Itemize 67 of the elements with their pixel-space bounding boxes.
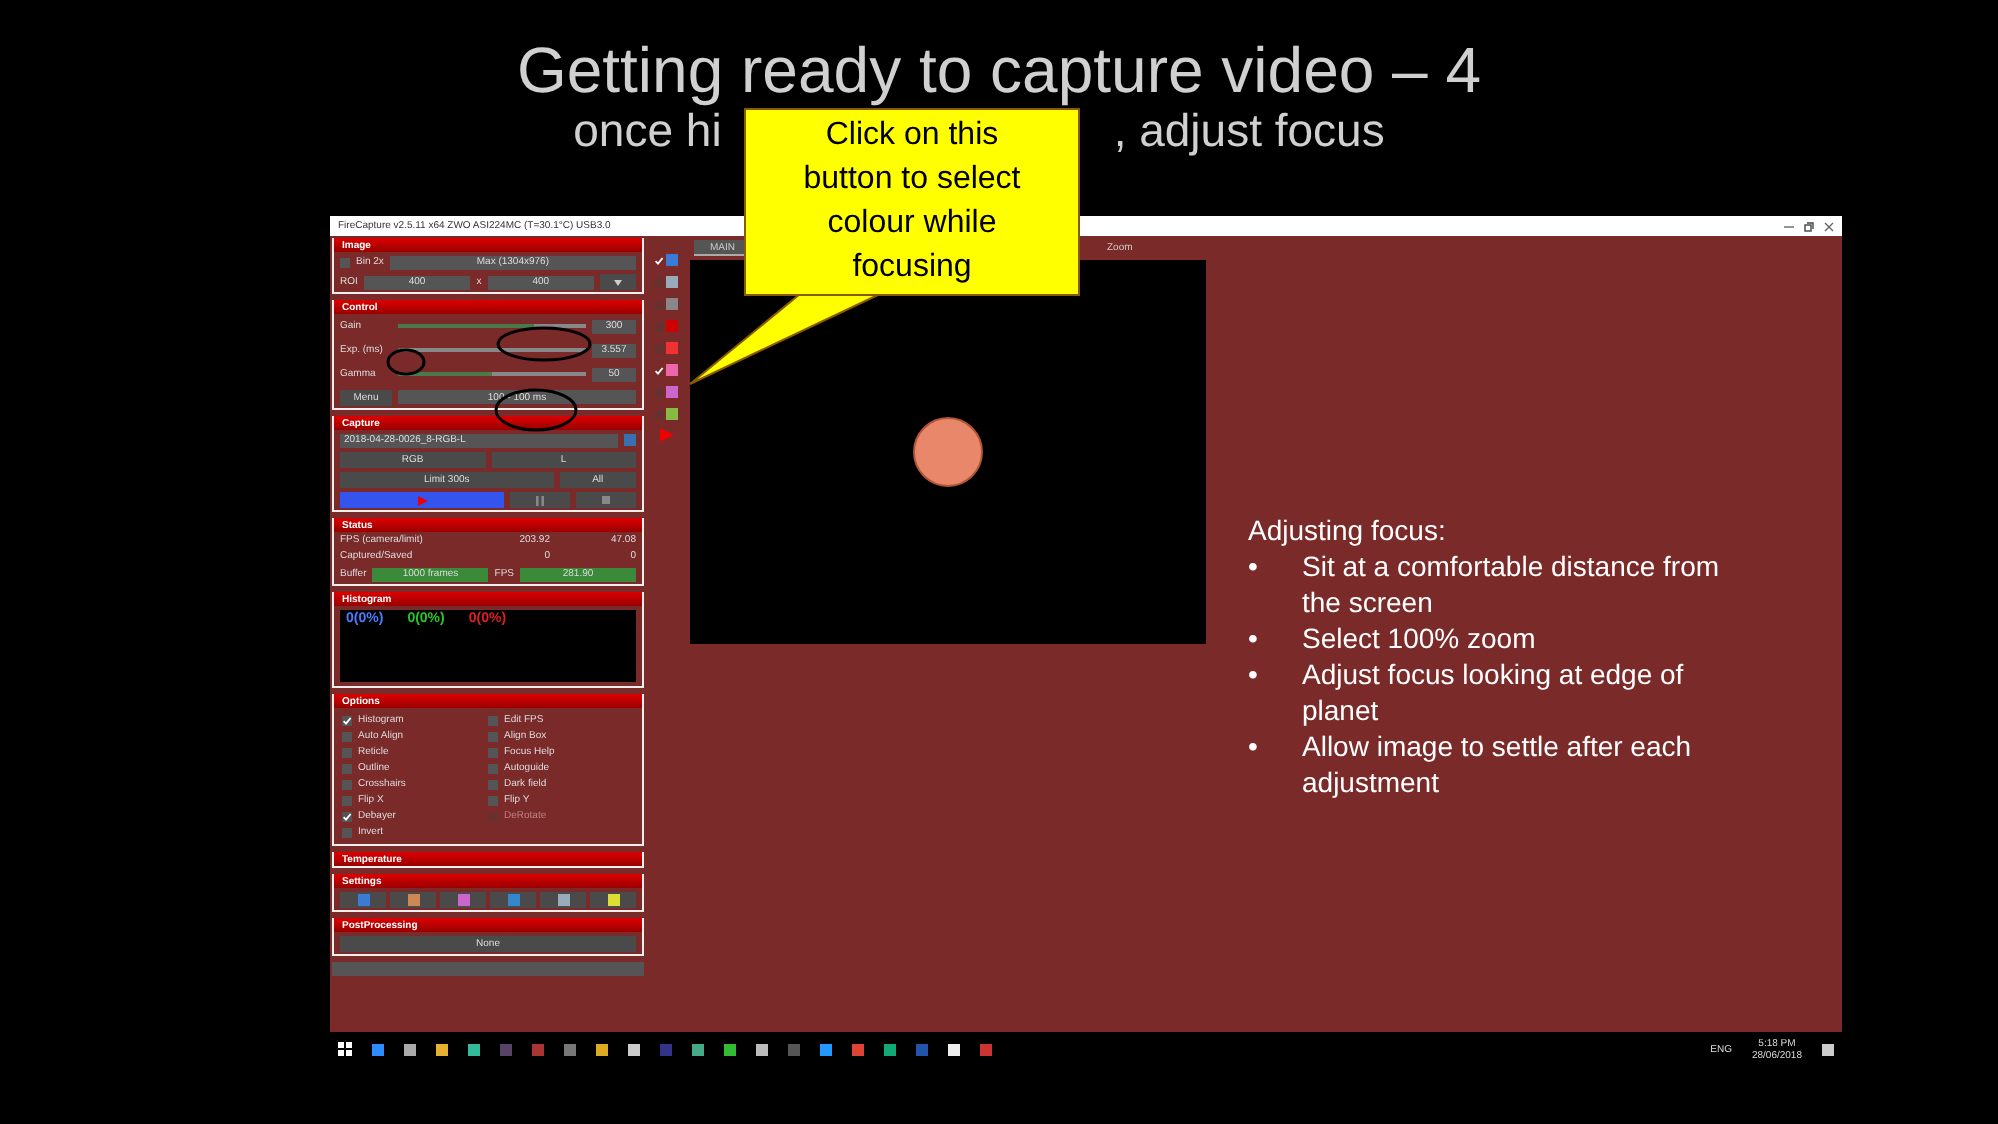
slide-title: Getting ready to capture video – 4 (516, 36, 1482, 104)
option-checkbox[interactable] (342, 747, 352, 757)
toolbar-checkbox[interactable] (654, 277, 664, 287)
close-icon[interactable] (1824, 221, 1834, 231)
slide-subtitle: , adjust focus (1113, 104, 1385, 156)
toolbar-checkbox[interactable] (654, 343, 664, 353)
option-checkbox[interactable] (342, 763, 352, 773)
toolbar-checkbox[interactable] (654, 409, 664, 419)
bullet-text: Adjust focus looking at edge of planet (1302, 656, 1686, 728)
option-checkbox[interactable] (488, 715, 498, 725)
bullet-marker: • (1248, 656, 1260, 694)
callout-text: Click on this button to select colour while focusing (801, 116, 1023, 288)
toolbar-checkbox[interactable] (654, 299, 664, 309)
toolbar-checkbox[interactable] (654, 365, 664, 375)
bullet-text: Select 100% zoom (1302, 620, 1536, 656)
pause-icon (536, 495, 544, 505)
settings-button[interactable] (440, 891, 486, 907)
app-icon[interactable] (820, 1043, 832, 1055)
app-icon[interactable] (404, 1043, 416, 1055)
app-icon[interactable] (596, 1043, 608, 1055)
option-checkbox[interactable] (488, 763, 498, 773)
app-icon[interactable] (468, 1043, 480, 1055)
option-checkbox[interactable] (342, 715, 352, 725)
caret-icon (614, 279, 623, 285)
bullet-text: Sit at a comfortable distance from the screen (1302, 548, 1722, 620)
pause-button[interactable] (510, 492, 570, 508)
restore-icon[interactable] (1804, 221, 1814, 231)
app-icon[interactable] (756, 1043, 768, 1055)
checkbox[interactable] (340, 257, 350, 267)
option-checkbox[interactable] (342, 827, 352, 837)
toolbar-checkbox[interactable] (654, 321, 664, 331)
bullet-marker: • (1248, 548, 1260, 586)
ellipse-annotation (496, 326, 592, 362)
option-checkbox[interactable] (488, 795, 498, 805)
app-icon[interactable] (372, 1043, 384, 1055)
app-icon[interactable] (628, 1043, 640, 1055)
option-checkbox[interactable] (488, 731, 498, 741)
app-icon[interactable] (724, 1043, 736, 1055)
app-icon[interactable] (436, 1043, 448, 1055)
dropdown-button[interactable] (600, 274, 637, 290)
option-checkbox[interactable] (342, 731, 352, 741)
bullet-marker: • (1248, 620, 1260, 656)
toolbar-checkbox[interactable] (654, 387, 664, 397)
stop-icon (602, 496, 610, 504)
app-icon[interactable] (948, 1043, 960, 1055)
settings-button[interactable] (590, 891, 636, 907)
option-checkbox[interactable] (342, 795, 352, 805)
ellipse-annotation (386, 348, 426, 376)
slide-subtitle: once hi (573, 104, 722, 156)
toolbar-checkbox[interactable] (654, 255, 664, 265)
app-icon[interactable] (884, 1043, 896, 1055)
planet-drawing (912, 416, 984, 488)
play-icon[interactable] (659, 428, 673, 442)
bullet-text: Allow image to settle after each adjustment (1302, 728, 1694, 800)
play-icon (417, 495, 427, 505)
app-icon[interactable] (692, 1043, 704, 1055)
option-checkbox[interactable] (342, 779, 352, 789)
option-checkbox[interactable] (342, 811, 352, 821)
option-checkbox[interactable] (488, 779, 498, 789)
settings-button[interactable] (540, 891, 586, 907)
settings-button[interactable] (390, 891, 436, 907)
stop-button[interactable] (576, 492, 636, 508)
notes-heading: Adjusting focus: (1248, 512, 1448, 548)
minimize-icon[interactable] (1784, 221, 1794, 231)
option-checkbox[interactable] (488, 747, 498, 757)
bullet-marker: • (1248, 728, 1260, 766)
start-icon[interactable] (338, 1042, 352, 1056)
